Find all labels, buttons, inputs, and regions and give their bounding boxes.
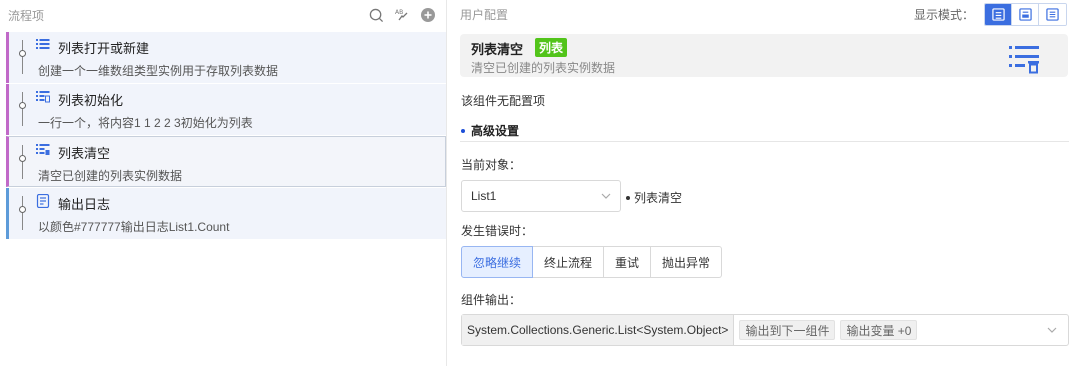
flow-item-desc: 一行一个，将内容1 1 2 2 3初始化为列表	[38, 116, 253, 130]
output-tag-variable[interactable]: 输出变量 +0	[840, 320, 918, 340]
advanced-settings-heading: 高级设置	[461, 122, 519, 139]
display-mode-full-button[interactable]	[985, 3, 1012, 25]
log-icon	[36, 193, 50, 209]
svg-text:AB: AB	[395, 9, 403, 16]
divider	[460, 141, 1069, 142]
component-title: 列表清空	[471, 42, 524, 57]
current-object-select[interactable]: List1	[461, 180, 621, 212]
output-tag-next-component[interactable]: 输出到下一组件	[739, 320, 836, 340]
chevron-down-icon	[1046, 324, 1058, 336]
flow-item-title: 列表初始化	[58, 93, 124, 108]
bullet	[461, 128, 465, 133]
list-icon	[36, 38, 50, 52]
flow-panel-tools: AB	[368, 7, 436, 23]
flow-item-list-clear[interactable]: 列表清空 清空已创建的列表实例数据	[6, 136, 446, 187]
chevron-down-icon	[600, 190, 612, 202]
node-connector	[18, 32, 28, 83]
flow-panel-title: 流程项	[8, 8, 45, 23]
display-mode-list-button[interactable]	[1039, 3, 1066, 25]
list-clear-icon	[36, 143, 50, 157]
flow-list: 列表打开或新建 创建一个一维数组类型实例用于存取列表数据 列表初始化 一行一个，…	[6, 32, 446, 240]
bullet	[626, 195, 630, 200]
node-connector	[18, 188, 28, 239]
flow-item-title: 列表清空	[58, 146, 111, 161]
node-connector	[18, 137, 28, 188]
option-stop-flow[interactable]: 终止流程	[533, 246, 605, 278]
on-error-label: 发生错误时：	[461, 224, 534, 238]
flow-panel-header: 流程项 AB	[0, 0, 446, 30]
component-tag: 列表	[535, 38, 568, 57]
flow-item-list-init[interactable]: 列表初始化 一行一个，将内容1 1 2 2 3初始化为列表	[6, 84, 446, 135]
component-card: 列表清空 列表 清空已创建的列表实例数据	[460, 34, 1068, 77]
node-connector	[18, 84, 28, 135]
add-icon[interactable]	[420, 7, 436, 23]
list-init-icon	[36, 90, 50, 104]
display-mode: 显示模式：	[913, 2, 1067, 26]
option-ignore-continue[interactable]: 忽略继续	[461, 246, 534, 278]
option-throw-exception[interactable]: 抛出异常	[651, 246, 723, 278]
flow-panel: 流程项 AB 列表打开或新建 创建一个一维数组类型实例用于存取列表数据 列表初始…	[0, 0, 447, 366]
config-header: 用户配置 显示模式：	[460, 0, 1067, 28]
display-mode-group	[984, 2, 1067, 26]
flow-item-title: 列表打开或新建	[58, 41, 150, 56]
output-select[interactable]: System.Collections.Generic.List<System.O…	[461, 314, 1069, 346]
flow-item-desc: 以颜色#777777输出日志List1.Count	[38, 220, 230, 234]
no-config-text: 该组件无配置项	[461, 94, 546, 108]
flow-item-list-open[interactable]: 列表打开或新建 创建一个一维数组类型实例用于存取列表数据	[6, 32, 446, 83]
flow-item-log[interactable]: 输出日志 以颜色#777777输出日志List1.Count	[6, 188, 446, 239]
spellcheck-icon[interactable]: AB	[394, 7, 410, 23]
display-mode-label: 显示模式：	[913, 7, 974, 22]
config-panel: 用户配置 显示模式： 列表清空 列表 清空已创建的列表实例数据 该组件无配置项	[448, 0, 1077, 366]
current-object-value: List1	[471, 189, 497, 203]
flow-item-title: 输出日志	[58, 197, 111, 212]
current-object-note: 列表清空	[626, 189, 682, 206]
current-object-note-text: 列表清空	[634, 191, 683, 205]
search-icon[interactable]	[368, 7, 384, 23]
flow-item-desc: 创建一个一维数组类型实例用于存取列表数据	[38, 64, 279, 78]
current-object-label: 当前对象：	[461, 158, 522, 172]
display-mode-compact-button[interactable]	[1012, 3, 1039, 25]
output-label: 组件输出：	[461, 293, 522, 307]
output-type: System.Collections.Generic.List<System.O…	[462, 315, 735, 345]
option-retry[interactable]: 重试	[604, 246, 652, 278]
advanced-settings-title: 高级设置	[471, 124, 520, 138]
config-title: 用户配置	[460, 7, 509, 22]
on-error-options: 忽略继续 终止流程 重试 抛出异常	[461, 246, 723, 278]
flow-item-desc: 清空已创建的列表实例数据	[38, 169, 183, 183]
list-clear-icon	[1008, 43, 1040, 75]
component-desc: 清空已创建的列表实例数据	[471, 61, 616, 75]
